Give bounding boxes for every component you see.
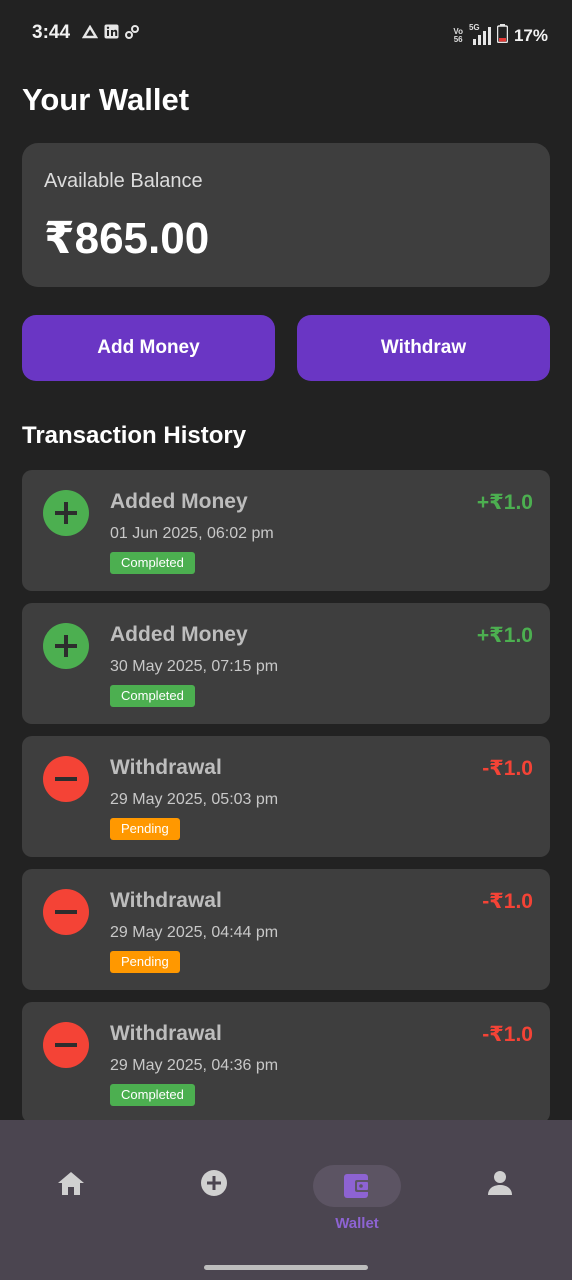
status-right-icons: Vo 56 5G 17%: [453, 24, 548, 48]
transaction-amount: -₹1.0: [482, 757, 533, 780]
add-circle-icon: [43, 623, 89, 669]
status-badge: Pending: [110, 818, 180, 840]
transaction-title: Added Money: [110, 623, 248, 646]
person-icon: [488, 1171, 512, 1195]
transaction-date: 29 May 2025, 04:44 pm: [110, 924, 279, 941]
balance-card: Available Balance ₹865.00: [22, 143, 550, 287]
transaction-amount: +₹1.0: [476, 491, 533, 514]
transaction-amount: -₹1.0: [482, 890, 533, 913]
transaction-title: Withdrawal: [110, 889, 222, 912]
nav-item-home[interactable]: [41, 1120, 101, 1280]
transaction-title: Withdrawal: [110, 1022, 222, 1045]
status-badge: Completed: [110, 552, 195, 574]
transaction-list: Added Money 01 Jun 2025, 06:02 pm Comple…: [22, 470, 550, 1135]
battery-percent: 17%: [513, 26, 548, 45]
transaction-item[interactable]: Withdrawal 29 May 2025, 05:03 pm Pending…: [22, 736, 550, 857]
volte-indicator: Vo 56: [453, 28, 463, 44]
bottom-navigation: Wallet: [0, 1120, 572, 1280]
nav-label-wallet: Wallet: [335, 1215, 379, 1232]
app-notification-icon: [82, 24, 98, 39]
transaction-date: 30 May 2025, 07:15 pm: [110, 658, 279, 675]
transaction-date: 29 May 2025, 04:36 pm: [110, 1057, 279, 1074]
nav-item-add[interactable]: [184, 1120, 244, 1280]
status-badge: Completed: [110, 1084, 195, 1106]
transaction-date: 01 Jun 2025, 06:02 pm: [110, 525, 274, 542]
signal-icon: 5G: [469, 24, 491, 45]
page-title: Your Wallet: [22, 82, 190, 117]
transaction-history-title: Transaction History: [22, 422, 247, 449]
volte-bottom-label: 56: [453, 35, 463, 44]
transaction-title: Added Money: [110, 490, 248, 513]
add-circle-icon: [201, 1170, 227, 1196]
transaction-item[interactable]: Withdrawal 29 May 2025, 04:44 pm Pending…: [22, 869, 550, 990]
wallet-icon: [344, 1174, 370, 1198]
transaction-amount: +₹1.0: [476, 624, 533, 647]
remove-circle-icon: [43, 1022, 89, 1068]
transaction-date: 29 May 2025, 05:03 pm: [110, 791, 279, 808]
home-icon: [58, 1172, 84, 1195]
nav-item-wallet[interactable]: Wallet: [313, 1120, 401, 1280]
battery-icon: [496, 24, 509, 48]
home-indicator[interactable]: [204, 1265, 368, 1270]
status-bar: 3:44 Vo 56 5G 17%: [0, 0, 572, 68]
transaction-title: Withdrawal: [110, 756, 222, 779]
balance-amount: ₹865.00: [44, 214, 210, 263]
status-badge: Pending: [110, 951, 180, 973]
remove-circle-icon: [43, 889, 89, 935]
transaction-item[interactable]: Added Money 30 May 2025, 07:15 pm Comple…: [22, 603, 550, 724]
transaction-amount: -₹1.0: [482, 1023, 533, 1046]
balance-label: Available Balance: [44, 170, 203, 192]
status-badge: Completed: [110, 685, 195, 707]
add-money-button[interactable]: Add Money: [22, 315, 275, 381]
nav-item-profile[interactable]: [470, 1120, 530, 1280]
sync-icon: [125, 24, 139, 39]
transaction-item[interactable]: Added Money 01 Jun 2025, 06:02 pm Comple…: [22, 470, 550, 591]
status-time: 3:44: [32, 22, 71, 43]
withdraw-button[interactable]: Withdraw: [297, 315, 550, 381]
add-circle-icon: [43, 490, 89, 536]
wallet-screen: 3:44 Vo 56 5G 17% Your Wallet Available …: [0, 0, 572, 1280]
notification-icons: [82, 24, 139, 39]
transaction-item[interactable]: Withdrawal 29 May 2025, 04:36 pm Complet…: [22, 1002, 550, 1123]
remove-circle-icon: [43, 756, 89, 802]
linkedin-icon: [104, 24, 119, 39]
